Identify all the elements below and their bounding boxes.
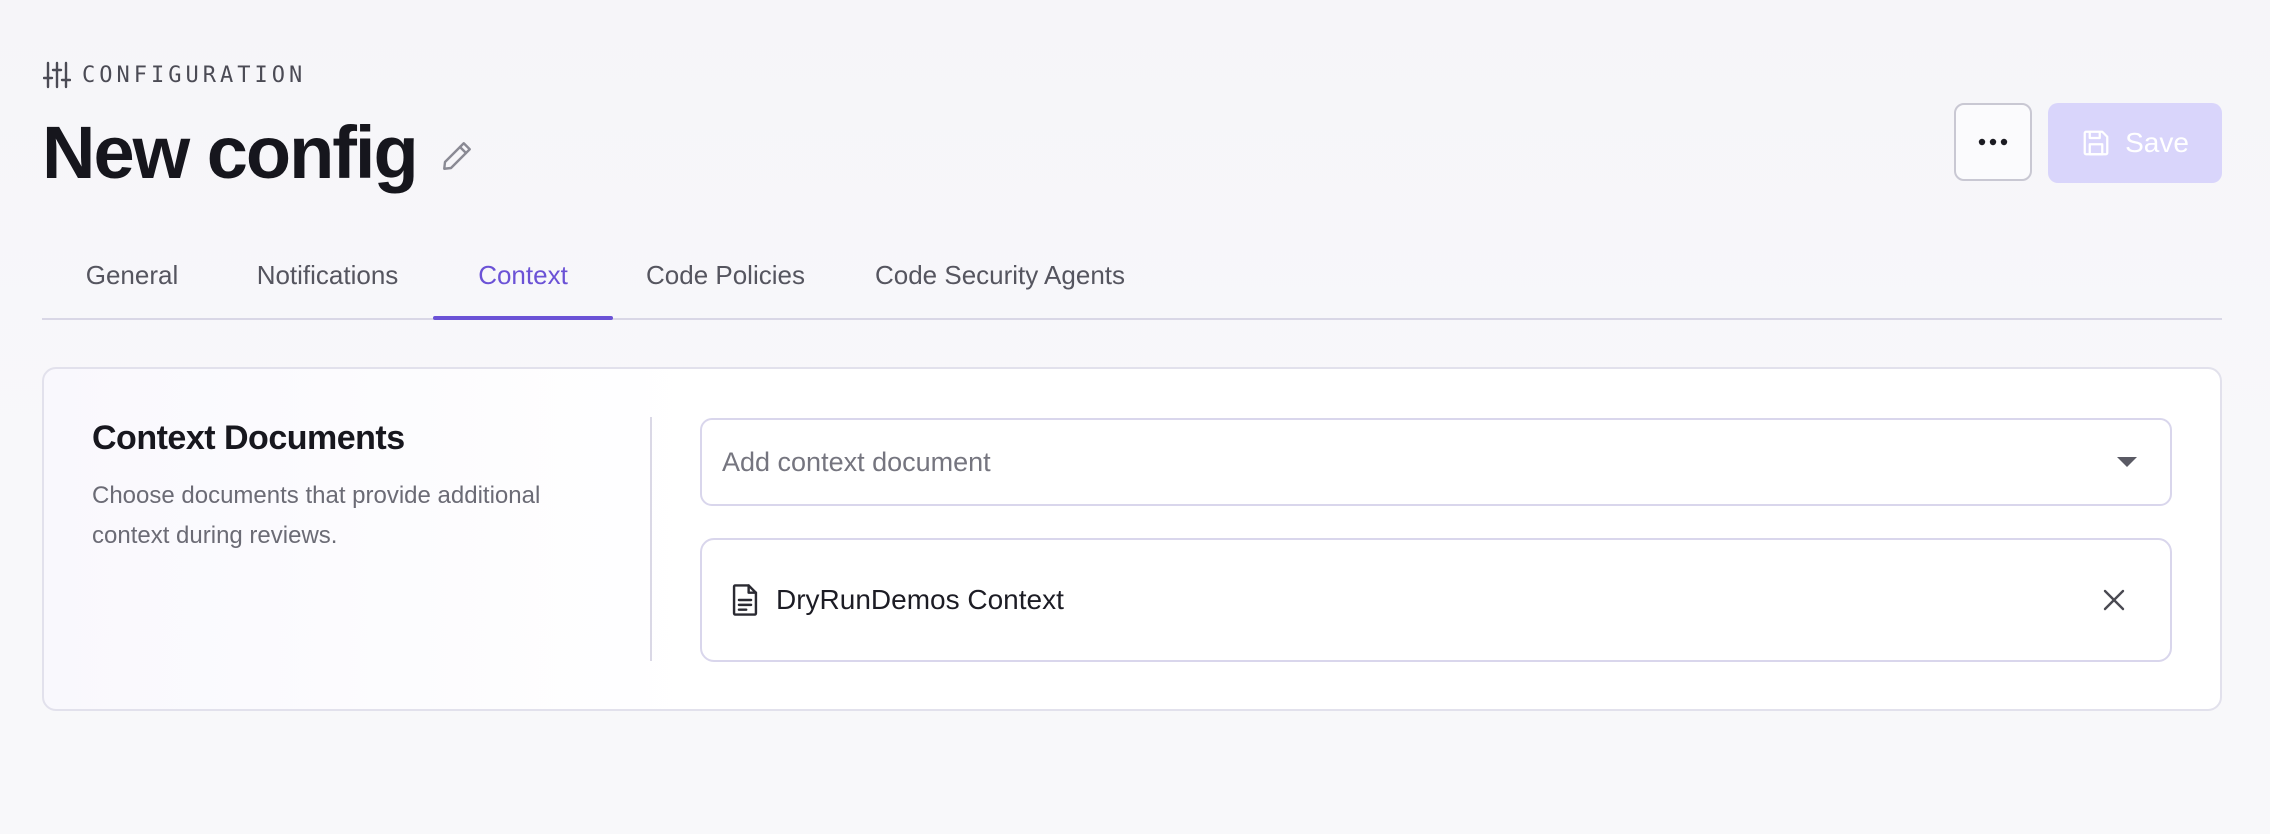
breadcrumb: CONFIGURATION bbox=[42, 58, 2222, 92]
tab-bar: General Notifications Context Code Polic… bbox=[42, 232, 2222, 320]
document-name: DryRunDemos Context bbox=[776, 584, 1064, 615]
tab-notifications[interactable]: Notifications bbox=[222, 232, 433, 318]
title-row: New config bbox=[42, 108, 477, 198]
close-icon[interactable] bbox=[2094, 580, 2134, 620]
tab-context[interactable]: Context bbox=[433, 232, 613, 320]
tab-code-security-agents[interactable]: Code Security Agents bbox=[838, 232, 1162, 318]
card-title: Context Documents bbox=[92, 419, 405, 457]
save-button-label: Save bbox=[2125, 127, 2189, 158]
pencil-icon[interactable] bbox=[437, 136, 477, 176]
tab-label: General bbox=[85, 259, 179, 290]
tab-label: Code Policies bbox=[646, 259, 805, 290]
card-description: Choose documents that provide additional… bbox=[92, 482, 541, 549]
section-label: CONFIGURATION bbox=[82, 62, 307, 88]
tab-label: Notifications bbox=[256, 259, 399, 290]
sliders-icon bbox=[42, 60, 72, 90]
ellipsis-icon bbox=[1978, 138, 2008, 146]
tab-label: Code Security Agents bbox=[874, 259, 1126, 290]
vertical-divider bbox=[650, 417, 652, 661]
tab-label: Context bbox=[478, 259, 568, 290]
save-button[interactable]: Save bbox=[2048, 103, 2222, 183]
context-document-item: DryRunDemos Context bbox=[700, 538, 2172, 662]
header-actions: Save bbox=[1954, 103, 2222, 183]
document-icon bbox=[728, 582, 762, 618]
page-title: New config bbox=[42, 111, 419, 194]
caret-down-icon bbox=[2112, 447, 2142, 477]
more-options-button[interactable] bbox=[1954, 103, 2032, 181]
tab-code-policies[interactable]: Code Policies bbox=[613, 232, 838, 318]
add-context-document-select[interactable]: Add context document bbox=[700, 418, 2172, 506]
tab-general[interactable]: General bbox=[42, 232, 222, 318]
context-documents-card: Context Documents Choose documents that … bbox=[42, 367, 2222, 711]
floppy-disk-icon bbox=[2083, 130, 2109, 156]
card-info: Context Documents Choose documents that … bbox=[92, 419, 612, 556]
select-placeholder: Add context document bbox=[722, 446, 991, 477]
page-header: CONFIGURATION New config Save bbox=[42, 58, 2222, 194]
